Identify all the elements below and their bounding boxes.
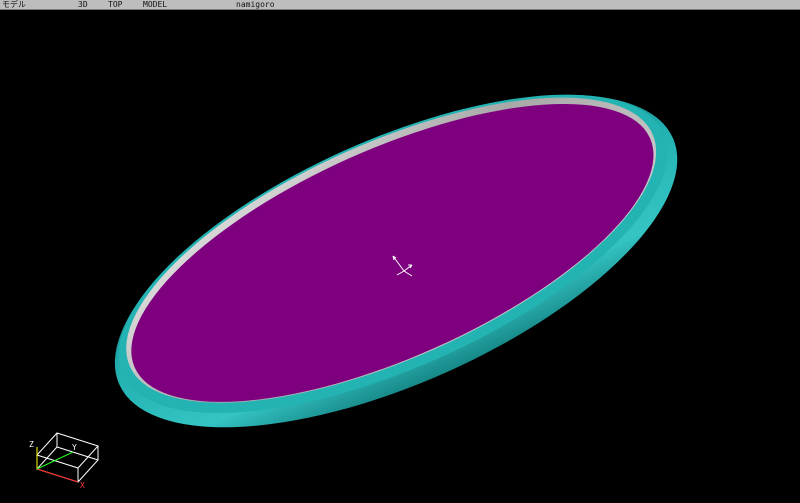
title-bar: モデル 3D TOP MODEL namigoro xyxy=(0,0,800,10)
view-label[interactable]: 3D xyxy=(78,0,88,9)
kind-label[interactable]: MODEL xyxy=(143,0,167,9)
view-cube-icon[interactable]: Z Y X xyxy=(29,432,99,490)
disc-model[interactable] xyxy=(70,26,723,495)
z-axis-label: Z xyxy=(29,440,34,449)
x-axis-label: X xyxy=(80,481,85,490)
model-name: namigoro xyxy=(236,0,275,9)
3d-viewport[interactable]: Z Y X xyxy=(0,10,800,503)
mode-label[interactable]: モデル xyxy=(2,0,26,9)
cad-window: モデル 3D TOP MODEL namigoro Z Y X xyxy=(0,0,800,503)
y-axis-label: Y xyxy=(72,443,77,452)
direction-label[interactable]: TOP xyxy=(108,0,122,9)
viewport-canvas[interactable]: Z Y X xyxy=(0,10,800,503)
